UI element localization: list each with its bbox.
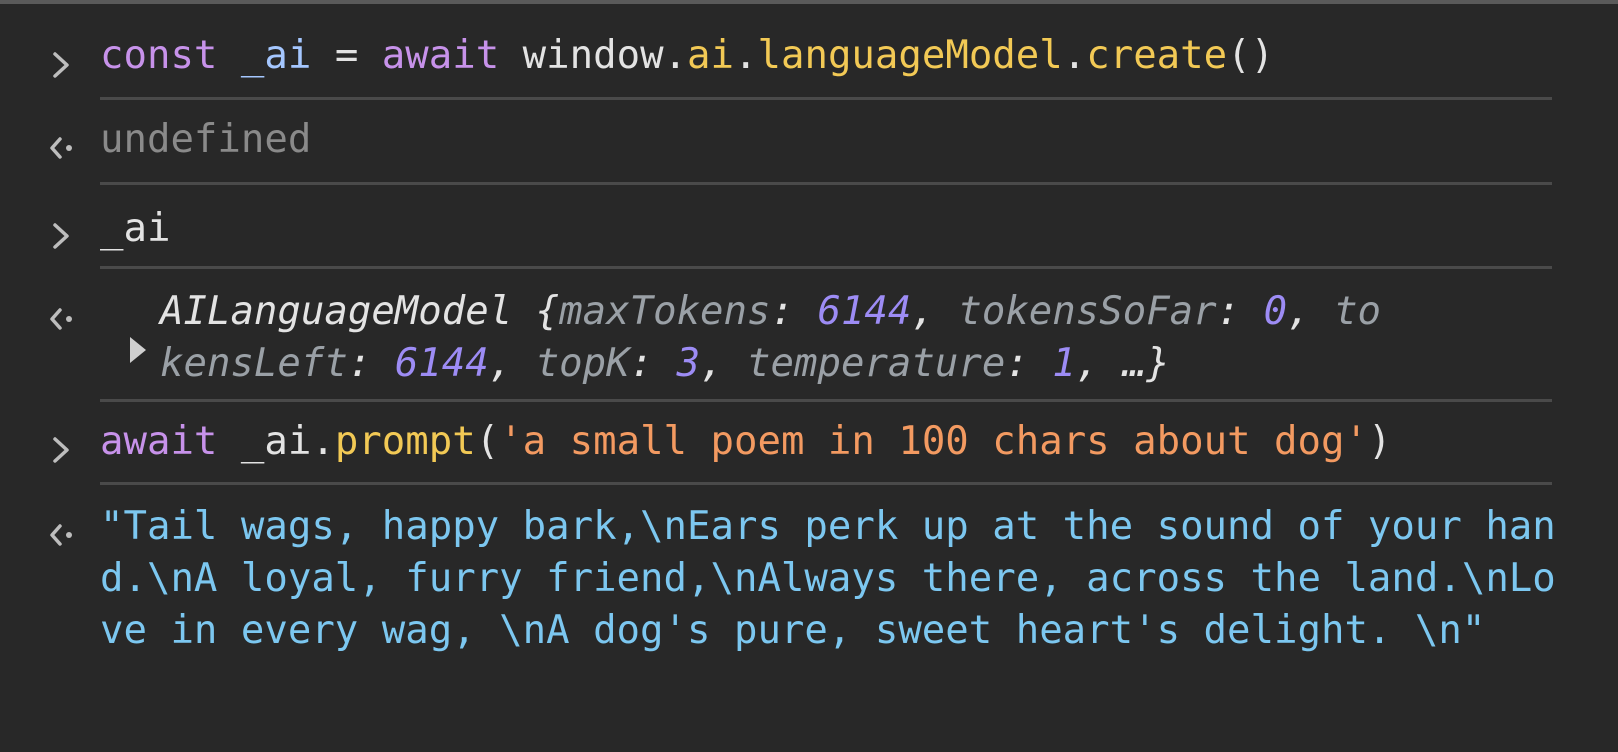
code-token: prompt [334,419,476,464]
object-colon: : [770,289,818,334]
code-token: = [311,33,382,78]
code-token: 'a small poem in 100 chars about dog' [499,419,1368,464]
console-input-entry[interactable]: await _ai.prompt('a small poem in 100 ch… [0,402,1618,485]
object-colon: : [347,341,395,386]
chevron-right-icon [53,52,69,78]
code-token: create [1086,33,1228,78]
object-class-name: AILanguageModel [160,289,513,334]
return-arrow-icon [50,308,72,330]
object-comma: , [488,341,536,386]
console-input-entry[interactable]: const _ai = await window.ai.languageMode… [0,4,1618,100]
code-token: ai [687,33,735,78]
code-token: window. [499,33,688,78]
output-string[interactable]: "Tail wags, happy bark,\nEars perk up at… [100,501,1556,657]
output-value[interactable]: undefined [100,114,311,166]
console-panel: const _ai = await window.ai.languageMode… [0,4,1618,725]
code-token: _ai [240,33,312,78]
object-key: maxTokens [559,289,771,334]
object-key: topK [535,341,630,386]
code-token: ) [1367,419,1392,464]
object-brace: { [512,289,560,334]
return-arrow-icon [50,137,72,159]
input-code[interactable]: const _ai = await window.ai.languageMode… [100,30,1274,82]
chevron-right-icon [53,223,69,249]
object-key: kensLeft [160,341,348,386]
code-token: ( [475,419,500,464]
input-code[interactable]: await _ai.prompt('a small poem in 100 ch… [100,416,1391,468]
console-input-entry[interactable]: _ai [0,185,1618,269]
code-token: const [100,33,218,78]
return-arrow-icon [50,524,72,546]
object-colon: : [629,341,677,386]
object-value: 6144 [817,289,912,334]
code-token: . [734,33,758,78]
object-comma: , [1287,289,1335,334]
object-preview-line[interactable]: AILanguageModel {maxTokens: 6144, tokens… [160,286,1381,338]
object-value: 1 [1052,341,1076,386]
object-value: 3 [676,341,701,386]
input-code[interactable]: _ai [100,203,170,255]
object-brace: , …} [1075,341,1170,386]
chevron-right-icon [53,437,69,463]
console-output-entry: undefined [0,100,1618,185]
code-token: . [1062,33,1087,78]
triangle-right-icon[interactable] [130,337,146,363]
object-key: to [1334,289,1382,334]
code-token: () [1227,33,1275,78]
code-token: languageModel [757,33,1063,78]
code-token: await [100,419,218,464]
code-token: _ai. [217,419,335,464]
object-colon: : [1005,341,1053,386]
object-key: temperature [747,341,1006,386]
console-output-entry: AILanguageModel {maxTokens: 6144, tokens… [0,269,1618,402]
object-key: tokensSoFar [958,289,1217,334]
object-comma: , [911,289,959,334]
object-colon: : [1216,289,1264,334]
object-value: 6144 [394,341,489,386]
object-comma: , [700,341,748,386]
object-preview-line[interactable]: kensLeft: 6144, topK: 3, temperature: 1,… [160,338,1170,390]
object-value: 0 [1263,289,1288,334]
console-output-entry: "Tail wags, happy bark,\nEars perk up at… [0,485,1618,725]
code-token: await [381,33,500,78]
